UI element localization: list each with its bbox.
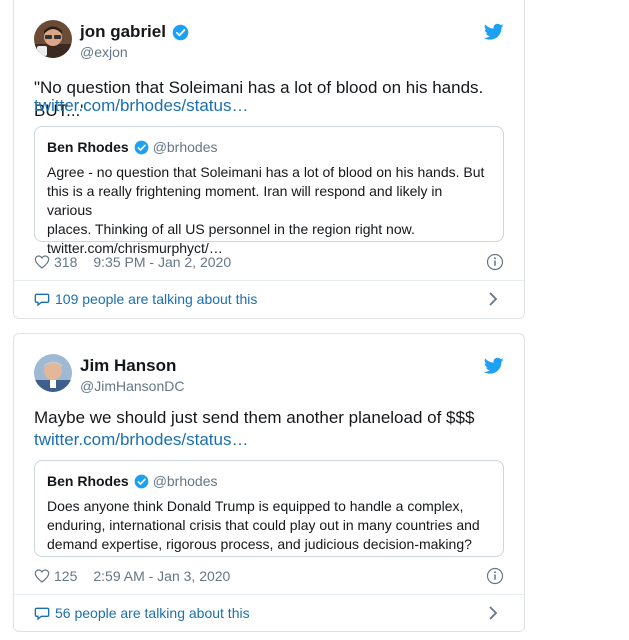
quoted-tweet-text: Does anyone think Donald Trump is equipp… xyxy=(47,497,489,554)
avatar[interactable] xyxy=(34,354,72,392)
quoted-tweet[interactable]: Ben Rhodes @brhodes Agree - no question … xyxy=(34,126,504,256)
comment-bubble-icon xyxy=(34,607,50,621)
author-handle[interactable]: @JimHansonDC xyxy=(80,378,184,394)
quoted-tweet[interactable]: Ben Rhodes @brhodes Does anyone think Do… xyxy=(34,460,504,557)
tweet-text: Maybe we should just send them another p… xyxy=(34,408,475,427)
divider xyxy=(14,280,524,281)
like-count[interactable]: 125 xyxy=(54,568,77,584)
author-name-row[interactable]: Jim Hanson xyxy=(80,356,176,376)
timestamp[interactable]: 2:59 AM - Jan 3, 2020 xyxy=(93,568,230,584)
author-name[interactable]: jon gabriel xyxy=(80,22,166,42)
tweet-card[interactable]: jon gabriel @exjon "No question that Sol… xyxy=(13,0,525,319)
twitter-bird-icon[interactable] xyxy=(484,23,504,41)
talking-text[interactable]: 109 people are talking about this xyxy=(55,291,257,307)
verified-badge-icon xyxy=(134,140,149,154)
tweet-meta: 125 2:59 AM - Jan 3, 2020 xyxy=(34,566,504,586)
talking-link[interactable]: 56 people are talking about this xyxy=(34,602,504,624)
tweet-meta: 318 9:35 PM - Jan 2, 2020 xyxy=(34,252,504,272)
quoted-author-name[interactable]: Ben Rhodes xyxy=(47,139,129,155)
chevron-right-icon[interactable] xyxy=(488,605,498,621)
quoted-tweet-text: Agree - no question that Soleimani has a… xyxy=(47,163,489,258)
author-name-row[interactable]: jon gabriel xyxy=(80,22,189,42)
quoted-text-line: Agree - no question that Soleimani has a… xyxy=(47,164,485,180)
chevron-right-icon[interactable] xyxy=(488,291,498,307)
talking-link[interactable]: 109 people are talking about this xyxy=(34,288,504,310)
heart-icon[interactable] xyxy=(34,254,50,270)
author-handle[interactable]: @exjon xyxy=(80,44,128,60)
author-name[interactable]: Jim Hanson xyxy=(80,356,176,376)
info-icon[interactable] xyxy=(486,253,504,271)
info-icon[interactable] xyxy=(486,567,504,585)
like-count[interactable]: 318 xyxy=(54,254,77,270)
heart-icon[interactable] xyxy=(34,568,50,584)
tweet-card[interactable]: Jim Hanson @JimHansonDC Maybe we should … xyxy=(13,333,525,632)
quoted-tweet-header: Ben Rhodes @brhodes xyxy=(47,137,489,157)
quoted-author-handle[interactable]: @brhodes xyxy=(153,139,218,155)
talking-text[interactable]: 56 people are talking about this xyxy=(55,605,250,621)
timestamp[interactable]: 9:35 PM - Jan 2, 2020 xyxy=(93,254,231,270)
quoted-author-handle[interactable]: @brhodes xyxy=(153,473,218,489)
tweet-link[interactable]: twitter.com/brhodes/status… xyxy=(34,96,248,116)
comment-bubble-icon xyxy=(34,293,50,307)
twitter-bird-icon[interactable] xyxy=(484,357,504,375)
divider xyxy=(14,594,524,595)
verified-badge-icon xyxy=(134,474,149,488)
quoted-text-line: places. Thinking of all US personnel in … xyxy=(47,221,415,237)
quoted-tweet-header: Ben Rhodes @brhodes xyxy=(47,471,489,491)
quoted-text-line: Does anyone think Donald Trump is equipp… xyxy=(47,498,464,514)
tweet-header: Jim Hanson @JimHansonDC xyxy=(34,354,504,402)
quoted-author-name[interactable]: Ben Rhodes xyxy=(47,473,129,489)
verified-badge-icon xyxy=(172,24,189,40)
quoted-text-line: enduring, international crisis that coul… xyxy=(47,517,480,533)
avatar[interactable] xyxy=(34,20,72,58)
tweet-header: jon gabriel @exjon xyxy=(34,20,504,68)
quoted-text-line: demand expertise, rigorous process, and … xyxy=(47,536,472,552)
tweet-link[interactable]: twitter.com/brhodes/status… xyxy=(34,430,248,450)
quoted-text-line: this is a really frightening moment. Ira… xyxy=(47,183,443,218)
